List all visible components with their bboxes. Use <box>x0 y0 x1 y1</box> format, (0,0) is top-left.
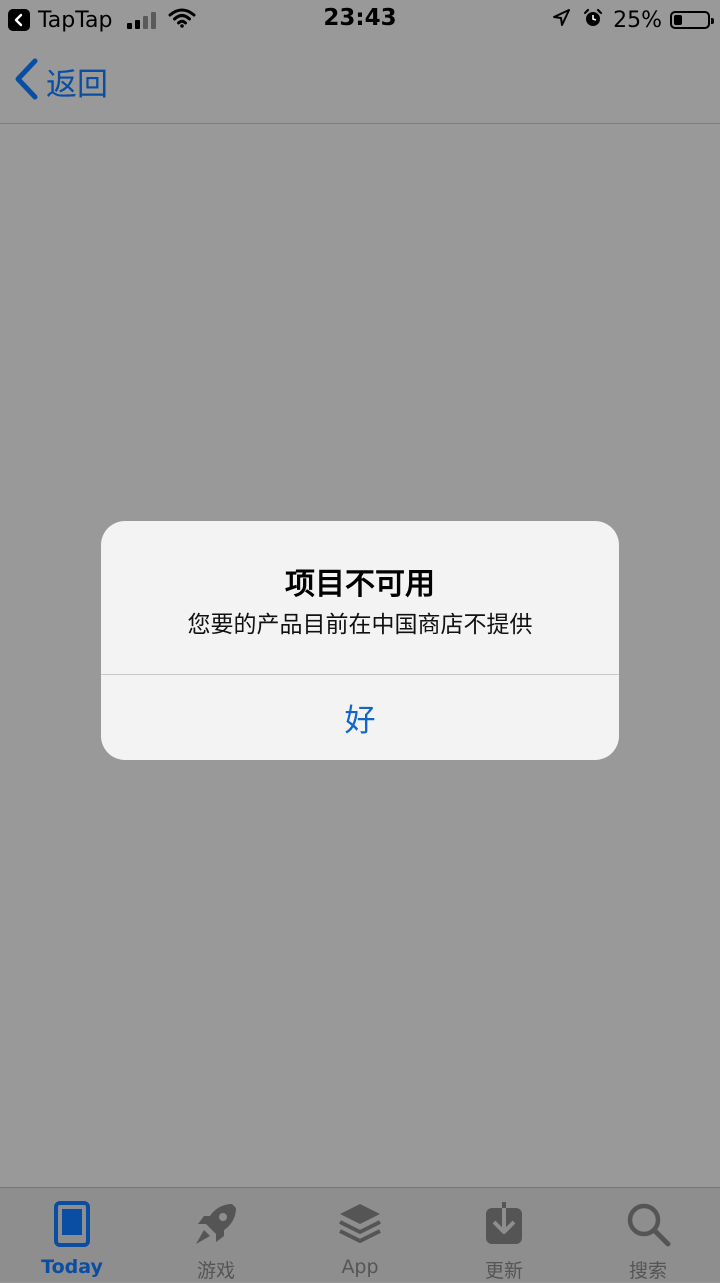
battery-icon <box>670 11 714 29</box>
tab-games[interactable]: 游戏 <box>144 1188 288 1282</box>
navigation-bar: 返回 <box>0 40 720 124</box>
tab-label: 搜索 <box>628 1260 667 1282</box>
tab-apps[interactable]: App <box>288 1188 432 1282</box>
tab-label: 游戏 <box>196 1260 235 1282</box>
download-icon <box>480 1200 528 1248</box>
alert-title: 项目不可用 <box>285 567 435 602</box>
tab-search[interactable]: 搜索 <box>576 1188 720 1282</box>
back-button[interactable]: 返回 <box>14 58 108 104</box>
alert-message: 您要的产品目前在中国商店不提供 <box>187 612 533 638</box>
tab-label: App <box>341 1256 379 1278</box>
layers-icon <box>336 1200 384 1248</box>
tab-today[interactable]: Today <box>0 1188 144 1282</box>
rocket-icon <box>192 1200 240 1248</box>
alert-dialog: 项目不可用 您要的产品目前在中国商店不提供 好 <box>101 521 619 760</box>
alert-ok-button[interactable]: 好 <box>101 675 619 760</box>
tab-label: Today <box>41 1256 103 1278</box>
battery-nub <box>711 18 714 24</box>
status-bar: TapTap 23:43 25% <box>0 0 720 40</box>
status-right: 25% <box>551 6 714 34</box>
location-arrow-icon <box>551 8 571 32</box>
tab-bar: Today 游戏 App 更新 搜索 <box>0 1187 720 1282</box>
today-icon <box>48 1200 96 1248</box>
search-icon <box>624 1200 672 1248</box>
chevron-left-icon <box>14 58 40 104</box>
battery-level-fill <box>674 15 682 25</box>
tab-updates[interactable]: 更新 <box>432 1188 576 1282</box>
alarm-clock-icon <box>583 8 603 32</box>
tab-label: 更新 <box>484 1260 523 1282</box>
back-button-label: 返回 <box>46 66 108 103</box>
battery-percent: 25% <box>613 7 662 33</box>
